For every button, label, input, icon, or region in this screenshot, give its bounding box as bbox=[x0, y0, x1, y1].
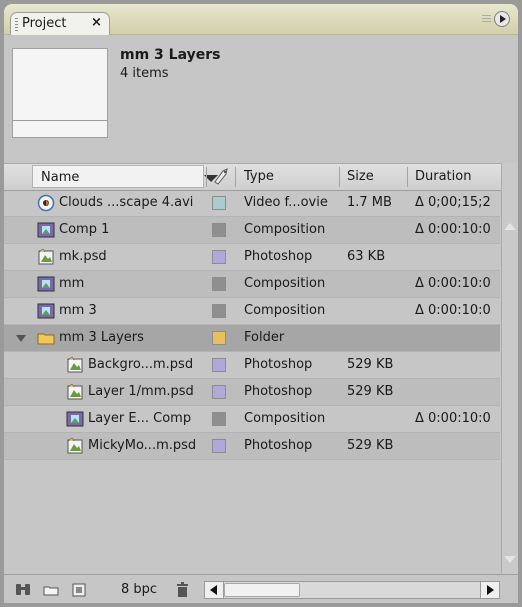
photoshop-file-icon bbox=[66, 356, 84, 374]
item-name: mm 3 Layers bbox=[59, 330, 144, 345]
item-type: Composition bbox=[244, 303, 326, 318]
table-row[interactable]: mm Composition Δ 0:00:10:0 bbox=[4, 271, 500, 298]
label-color-swatch[interactable] bbox=[212, 385, 226, 399]
table-row[interactable]: Layer 1/mm.psd Photoshop 529 KB bbox=[4, 379, 500, 406]
item-size: 529 KB bbox=[347, 438, 394, 453]
photoshop-file-icon bbox=[37, 248, 55, 266]
horizontal-scrollbar[interactable] bbox=[204, 581, 500, 599]
item-type: Composition bbox=[244, 411, 326, 426]
item-name: mk.psd bbox=[59, 249, 107, 264]
table-row[interactable]: Clouds ...scape 4.avi Video f...ovie 1.7 M… bbox=[4, 190, 500, 217]
folder-icon bbox=[37, 329, 55, 347]
table-row[interactable]: MickyMo...m.psd Photoshop 529 KB bbox=[4, 433, 500, 460]
project-table: Name Type Size Duration Clouds ...scape … bbox=[4, 163, 518, 574]
item-name: Layer E... Comp bbox=[88, 411, 192, 426]
preview-thumbnail bbox=[12, 48, 108, 138]
color-depth-button[interactable]: 8 bpc bbox=[121, 582, 157, 597]
label-color-swatch[interactable] bbox=[212, 331, 226, 345]
label-color-swatch[interactable] bbox=[212, 358, 226, 372]
item-type: Composition bbox=[244, 276, 326, 291]
close-icon[interactable]: × bbox=[91, 15, 102, 30]
item-type: Composition bbox=[244, 222, 326, 237]
item-duration: Δ 0:00:10:0 bbox=[415, 411, 491, 426]
tab-label: Project bbox=[22, 16, 67, 31]
item-type: Folder bbox=[244, 330, 285, 345]
panel-toolbar: 8 bpc bbox=[4, 574, 518, 603]
item-count: 4 items bbox=[120, 66, 169, 81]
tab-grip[interactable] bbox=[15, 18, 18, 31]
label-color-swatch[interactable] bbox=[212, 412, 226, 426]
scroll-left-icon[interactable] bbox=[205, 582, 224, 598]
label-color-swatch[interactable] bbox=[212, 439, 226, 453]
item-type: Video f...ovie bbox=[244, 195, 328, 210]
grip-icon bbox=[482, 15, 491, 24]
scroll-thumb[interactable] bbox=[224, 583, 300, 597]
table-row[interactable]: mm 3 Composition Δ 0:00:10:0 bbox=[4, 298, 500, 325]
item-size: 1.7 MB bbox=[347, 195, 392, 210]
item-type: Photoshop bbox=[244, 384, 313, 399]
folder-row[interactable]: mm 3 Layers Folder bbox=[4, 325, 500, 352]
column-name-label: Name bbox=[41, 170, 80, 185]
photoshop-file-icon bbox=[66, 437, 84, 455]
item-list: Clouds ...scape 4.avi Video f...ovie 1.7 M… bbox=[4, 190, 500, 460]
composition-icon bbox=[37, 221, 55, 239]
item-duration: Δ 0:00:10:0 bbox=[415, 222, 491, 237]
table-header: Name Type Size Duration bbox=[4, 163, 518, 191]
item-title: mm 3 Layers bbox=[120, 47, 221, 63]
item-name: Clouds ...scape 4.avi bbox=[59, 195, 194, 210]
item-name: mm 3 bbox=[59, 303, 97, 318]
item-type: Photoshop bbox=[244, 357, 313, 372]
column-header-duration[interactable]: Duration bbox=[415, 169, 471, 184]
item-name: mm bbox=[59, 276, 85, 291]
table-row[interactable]: Layer E... Comp Composition Δ 0:00:10:0 bbox=[4, 406, 500, 433]
item-name: Backgro...m.psd bbox=[88, 357, 194, 372]
project-panel: Project × mm 3 Layers 4 items Name Type bbox=[4, 4, 518, 603]
item-size: 63 KB bbox=[347, 249, 386, 264]
item-name: MickyMo...m.psd bbox=[88, 438, 197, 453]
scroll-right-icon[interactable] bbox=[480, 582, 499, 598]
item-duration: Δ 0:00:10:0 bbox=[415, 303, 491, 318]
item-type: Photoshop bbox=[244, 438, 313, 453]
table-row[interactable]: mk.psd Photoshop 63 KB bbox=[4, 244, 500, 271]
label-color-swatch[interactable] bbox=[212, 223, 226, 237]
scroll-up-icon[interactable] bbox=[504, 221, 516, 233]
scroll-down-icon[interactable] bbox=[504, 554, 516, 566]
vertical-scrollbar[interactable] bbox=[501, 163, 518, 574]
table-row[interactable]: Comp 1 Composition Δ 0:00:10:0 bbox=[4, 217, 500, 244]
panel-tab-strip: Project × bbox=[4, 4, 518, 35]
tab-project[interactable]: Project × bbox=[10, 12, 110, 35]
item-duration: Δ 0;00;15;2 bbox=[415, 195, 491, 210]
column-header-size[interactable]: Size bbox=[347, 169, 374, 184]
label-color-swatch[interactable] bbox=[212, 196, 226, 210]
composition-icon bbox=[66, 410, 84, 428]
item-name: Layer 1/mm.psd bbox=[88, 384, 194, 399]
label-color-swatch[interactable] bbox=[212, 250, 226, 264]
composition-icon bbox=[37, 275, 55, 293]
composition-icon bbox=[37, 302, 55, 320]
label-tag-icon[interactable] bbox=[212, 167, 230, 185]
column-header-name[interactable]: Name bbox=[32, 165, 218, 188]
item-type: Photoshop bbox=[244, 249, 313, 264]
item-info: mm 3 Layers 4 items bbox=[4, 35, 518, 163]
disclosure-triangle-icon[interactable] bbox=[16, 335, 26, 342]
movie-icon bbox=[37, 194, 55, 212]
item-size: 529 KB bbox=[347, 384, 394, 399]
item-name: Comp 1 bbox=[59, 222, 110, 237]
panel-menu-button[interactable] bbox=[476, 11, 514, 28]
binoculars-icon[interactable] bbox=[14, 581, 32, 599]
label-color-swatch[interactable] bbox=[212, 304, 226, 318]
table-row[interactable]: Backgro...m.psd Photoshop 529 KB bbox=[4, 352, 500, 379]
new-composition-icon[interactable] bbox=[70, 581, 88, 599]
item-size: 529 KB bbox=[347, 357, 394, 372]
item-duration: Δ 0:00:10:0 bbox=[415, 276, 491, 291]
play-arrow-icon bbox=[494, 11, 510, 27]
photoshop-file-icon bbox=[66, 383, 84, 401]
column-header-type[interactable]: Type bbox=[244, 169, 274, 184]
new-folder-icon[interactable] bbox=[42, 581, 60, 599]
label-color-swatch[interactable] bbox=[212, 277, 226, 291]
trash-icon[interactable] bbox=[174, 581, 192, 599]
